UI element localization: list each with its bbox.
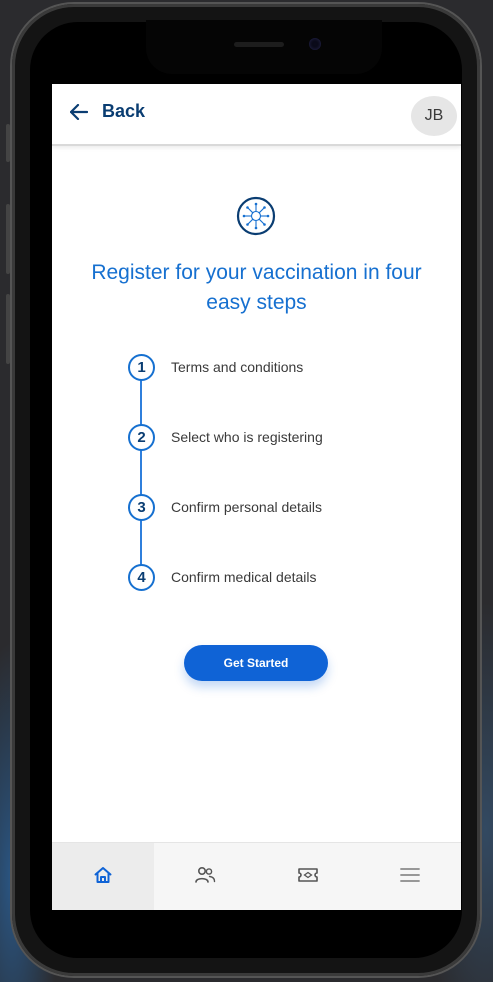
- back-label: Back: [102, 101, 146, 121]
- virus-icon: [236, 196, 276, 236]
- menu-icon: [399, 867, 420, 888]
- tab-ticket[interactable]: [257, 843, 359, 910]
- step-item: 3 Confirm personal details: [128, 493, 322, 521]
- home-icon: [93, 865, 113, 890]
- tab-menu[interactable]: [359, 843, 461, 910]
- speaker-grille: [234, 42, 284, 47]
- step-label: Confirm personal details: [171, 499, 322, 515]
- steps-list: 1 Terms and conditions 2 Select who is r…: [128, 353, 428, 594]
- step-label: Select who is registering: [171, 429, 323, 445]
- people-icon: [194, 865, 216, 890]
- tab-home[interactable]: [52, 843, 155, 910]
- ticket-icon: [297, 865, 319, 890]
- back-button[interactable]: Back: [70, 101, 145, 122]
- top-bar: Back JB: [52, 84, 461, 146]
- avatar[interactable]: JB: [411, 96, 457, 136]
- get-started-button[interactable]: Get Started: [184, 645, 328, 681]
- step-label: Terms and conditions: [171, 359, 304, 375]
- arrow-left-icon: [70, 103, 88, 120]
- front-camera: [309, 38, 321, 50]
- phone-notch: [146, 20, 382, 74]
- page-title: Register for your vaccination in four ea…: [91, 261, 422, 314]
- step-label: Confirm medical details: [171, 569, 317, 585]
- step-number: 1: [128, 353, 155, 381]
- step-number: 2: [128, 423, 155, 451]
- app-screen: Back JB Register for your vaccination in…: [52, 84, 461, 910]
- step-number: 4: [128, 563, 155, 591]
- step-number: 3: [128, 493, 155, 521]
- volume-down-button: [6, 294, 10, 364]
- mute-switch: [6, 124, 10, 162]
- steps-connector-line: [140, 380, 142, 576]
- tab-people[interactable]: [154, 843, 256, 910]
- step-item: 1 Terms and conditions: [128, 353, 304, 381]
- bottom-tab-bar: [52, 842, 461, 910]
- step-item: 4 Confirm medical details: [128, 563, 317, 591]
- volume-up-button: [6, 204, 10, 274]
- step-item: 2 Select who is registering: [128, 423, 323, 451]
